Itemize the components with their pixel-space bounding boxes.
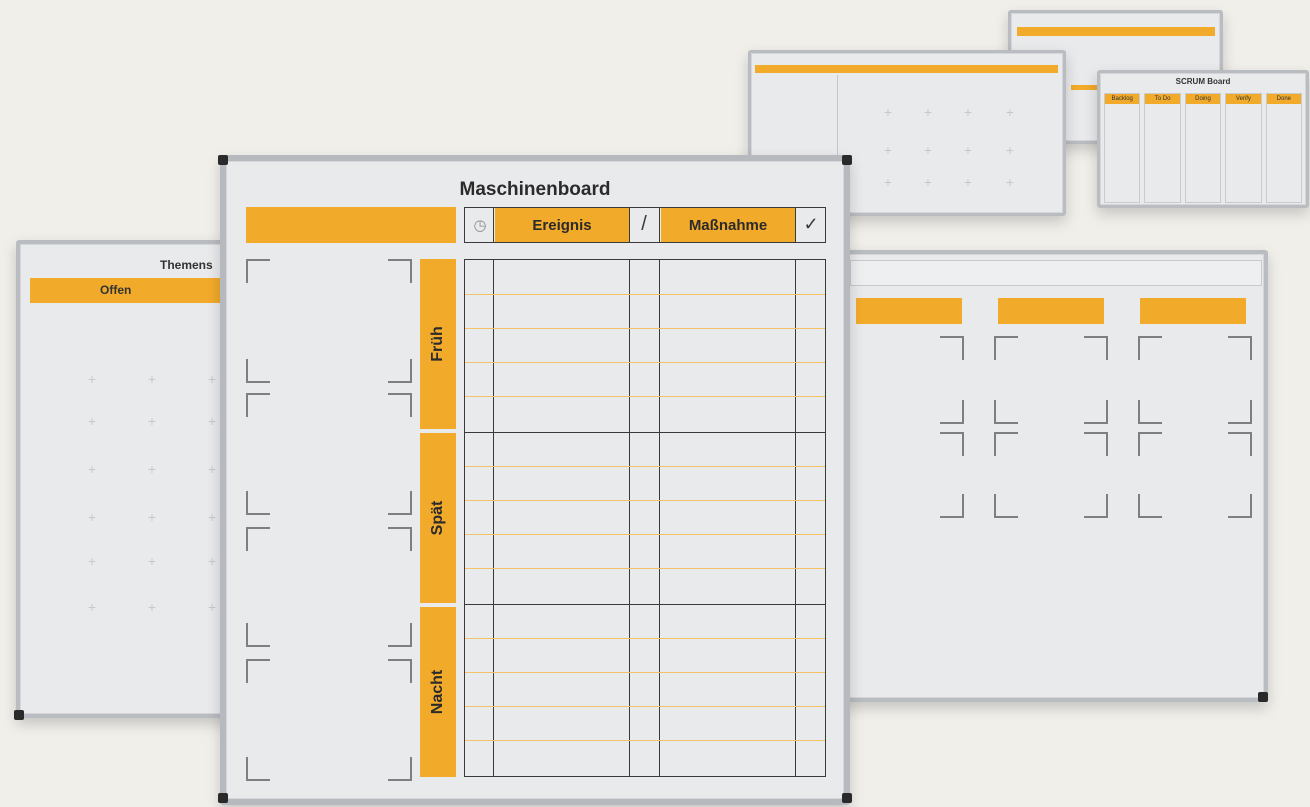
- event-header-label: Ereignis: [532, 217, 592, 234]
- board-middle-header: [755, 65, 1058, 73]
- scrum-column-label: Verify: [1226, 94, 1261, 104]
- header-row: ◷ Ereignis / Maßnahme ✓: [464, 207, 826, 243]
- scrum-column-label: Done: [1266, 94, 1302, 104]
- shift-grid: [464, 259, 826, 777]
- board-maschinenboard: Maschinenboard ◷ Ereignis / Maßnahme ✓ F…: [218, 155, 852, 805]
- shift-frueh: Früh: [420, 259, 456, 429]
- right-header-3: [1140, 298, 1246, 324]
- scrum-column-label: Doing: [1185, 94, 1221, 104]
- scrum-title: SCRUM Board: [1175, 77, 1231, 86]
- scrum-column: To Do: [1144, 93, 1181, 203]
- board-right: [840, 250, 1268, 702]
- scrum-column: Verify: [1225, 93, 1262, 203]
- themen-column-header: Offen: [30, 278, 230, 303]
- shift-spaet-label: Spät: [429, 500, 446, 536]
- themen-title: Themens: [160, 258, 213, 272]
- right-header-2: [998, 298, 1104, 324]
- board-themen: Themens Offen + + + + + + + + + + + + + + + + + +: [14, 240, 246, 720]
- scrum-column: Doing: [1184, 93, 1222, 203]
- action-header-label: Maßnahme: [688, 217, 768, 234]
- right-header-1: [856, 298, 962, 324]
- scrum-column-label: To Do: [1145, 94, 1180, 104]
- clock-icon: ◷: [473, 217, 487, 234]
- shift-nacht: Nacht: [420, 607, 456, 777]
- board-scrum: SCRUM Board Backlog To Do Doing Verify D…: [1097, 70, 1309, 208]
- themen-column-label: Offen: [100, 283, 132, 297]
- shift-spaet: Spät: [420, 433, 456, 603]
- action-header: Maßnahme: [661, 208, 795, 242]
- page-title: Maschinenboard: [459, 179, 611, 200]
- shift-frueh-label: Früh: [429, 326, 446, 362]
- scrum-column: Backlog: [1104, 93, 1141, 203]
- name-field: [246, 207, 456, 243]
- shift-nacht-label: Nacht: [429, 669, 446, 715]
- scrum-column: Done: [1265, 93, 1303, 203]
- check-icon: ✓: [803, 214, 819, 234]
- slash-icon: /: [641, 213, 647, 235]
- board-back-top-header: [1017, 27, 1215, 36]
- event-header: Ereignis: [495, 208, 629, 242]
- scrum-column-label: Backlog: [1105, 94, 1140, 104]
